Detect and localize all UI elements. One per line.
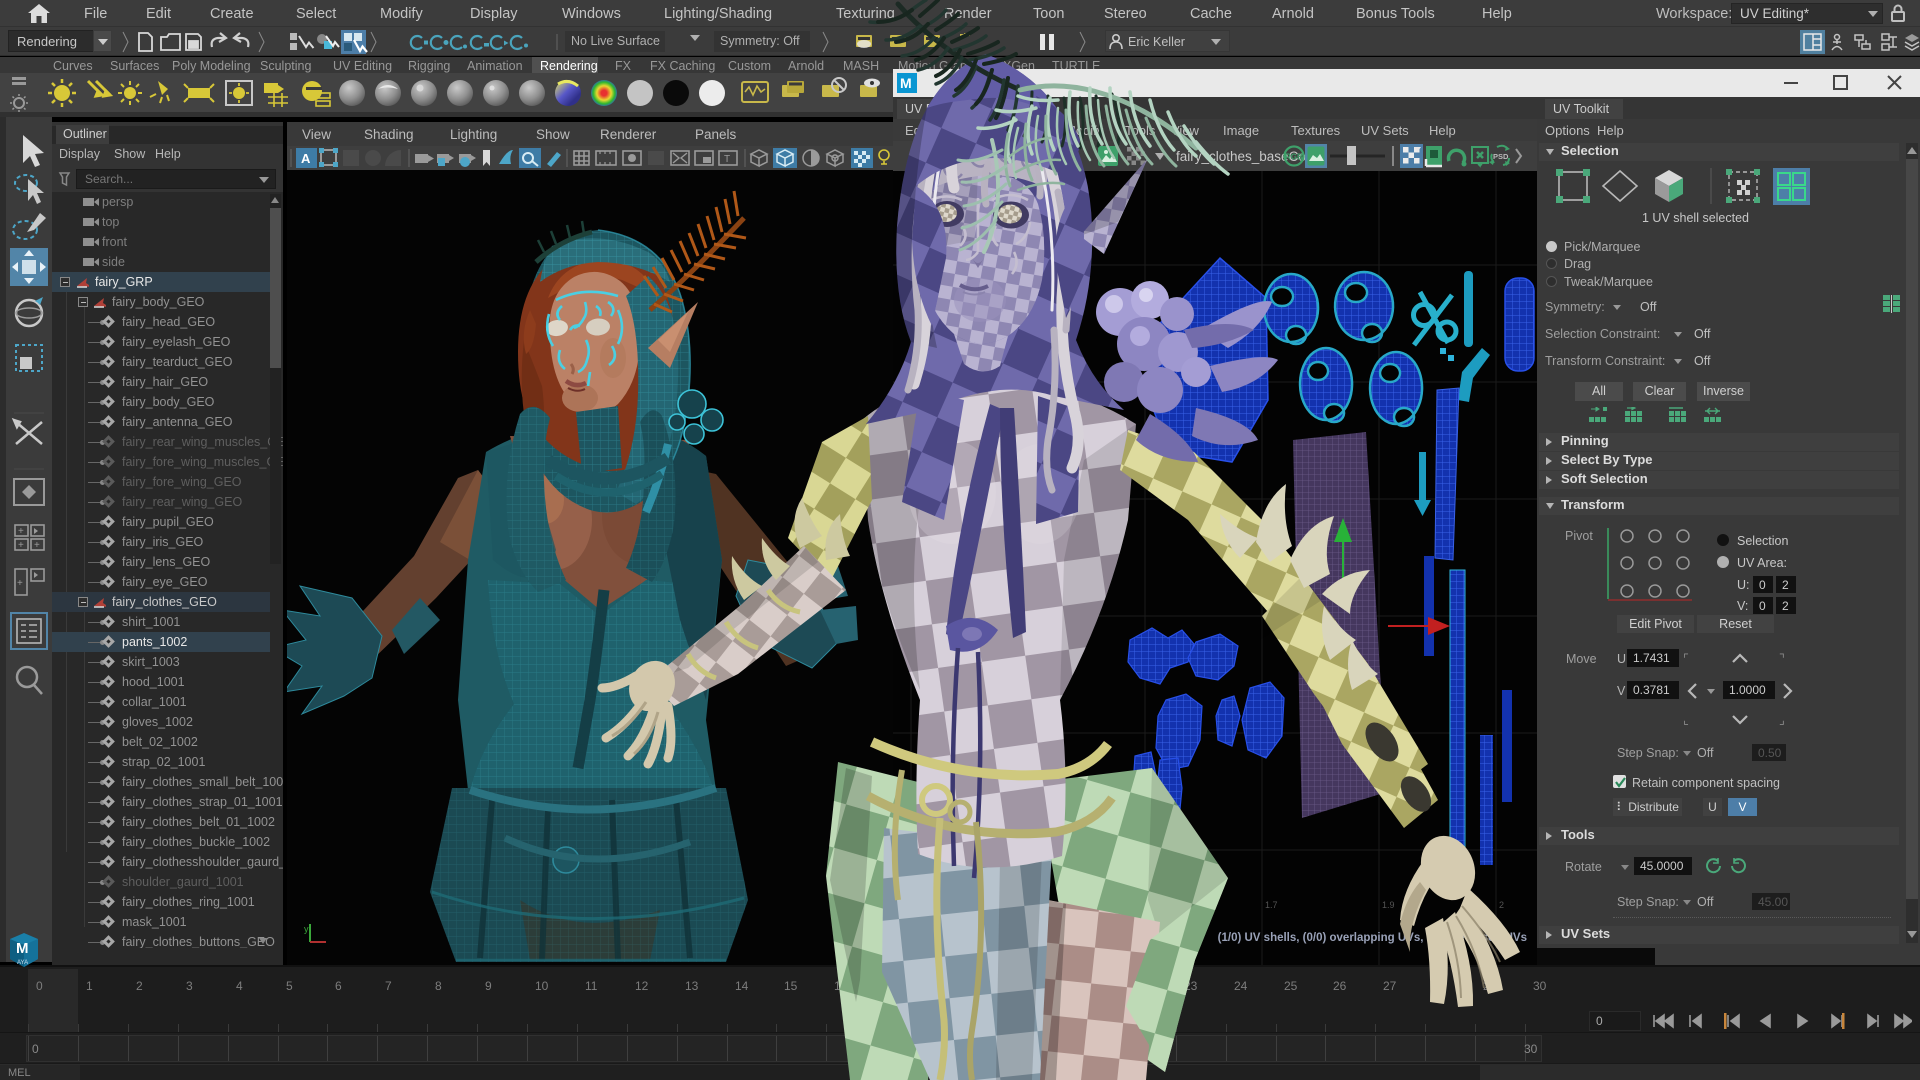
- svg-text:M: M: [900, 75, 912, 91]
- svg-text:+: +: [17, 578, 23, 589]
- svg-text:+: +: [34, 540, 40, 551]
- svg-text:+: +: [18, 540, 24, 551]
- svg-text:+: +: [18, 526, 24, 537]
- svg-text:M: M: [16, 940, 29, 957]
- svg-text:PSD: PSD: [1493, 152, 1509, 161]
- svg-text:A: A: [301, 151, 311, 166]
- svg-text:T: T: [724, 154, 730, 165]
- svg-text:AYA: AYA: [17, 960, 28, 966]
- svg-text:RGB: RGB: [1285, 153, 1303, 162]
